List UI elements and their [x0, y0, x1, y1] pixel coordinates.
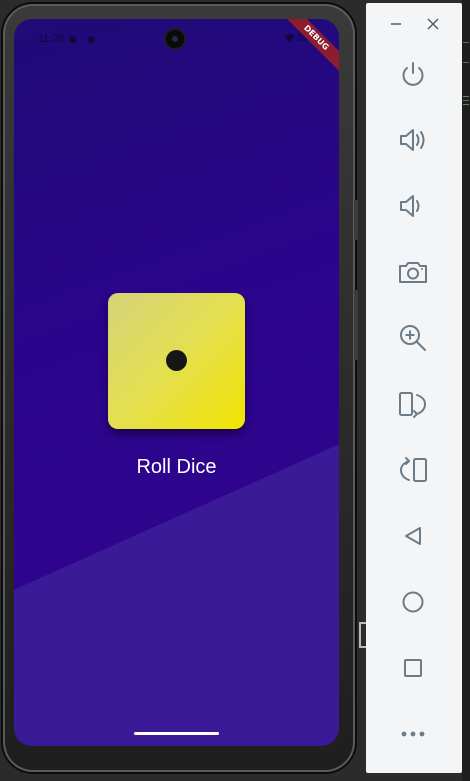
dice-button[interactable]	[108, 293, 245, 429]
volume-up-icon	[400, 129, 425, 151]
close-icon[interactable]	[425, 16, 441, 32]
rotate-right-button[interactable]	[396, 453, 430, 487]
gesture-home-indicator[interactable]	[134, 732, 219, 735]
screenshot-button[interactable]	[396, 255, 430, 289]
camera-icon	[399, 262, 427, 283]
device-screen: 11:26 59% DEBUG Roll Dice	[14, 19, 339, 746]
home-icon	[402, 591, 424, 613]
phone-side-button-lower	[354, 290, 358, 360]
strip-line	[463, 42, 469, 43]
dice-pip	[166, 350, 187, 371]
strip-line	[463, 100, 469, 101]
power-button[interactable]	[396, 57, 430, 91]
minimize-icon[interactable]	[388, 16, 404, 32]
power-icon	[402, 62, 424, 86]
home-button[interactable]	[396, 585, 430, 619]
overview-button[interactable]	[396, 651, 430, 685]
more-icon	[401, 731, 425, 737]
front-camera	[166, 30, 184, 48]
status-sync-icon	[88, 36, 95, 43]
strip-line	[463, 62, 469, 63]
volume-up-button[interactable]	[396, 123, 430, 157]
roll-dice-label: Roll Dice	[136, 456, 217, 478]
background-window-strip	[462, 0, 470, 781]
overview-icon	[404, 659, 422, 677]
edge-bracket	[359, 622, 366, 648]
wifi-icon	[284, 34, 295, 43]
more-button[interactable]	[396, 717, 430, 751]
status-bar: 11:26 59% DEBUG	[14, 19, 339, 75]
zoom-in-icon	[400, 325, 426, 351]
volume-down-icon	[400, 195, 420, 217]
zoom-button[interactable]	[396, 321, 430, 355]
strip-line	[463, 104, 469, 105]
back-button[interactable]	[396, 519, 430, 553]
back-icon	[405, 527, 421, 545]
rotate-left-icon	[399, 392, 427, 418]
rotate-left-button[interactable]	[396, 387, 430, 421]
volume-down-button[interactable]	[396, 189, 430, 223]
toolbar-window-controls	[366, 3, 462, 47]
strip-line	[463, 96, 469, 97]
phone-side-button-upper	[354, 200, 358, 240]
emulator-toolbar	[366, 3, 462, 773]
rotate-right-icon	[399, 457, 427, 482]
status-notification-icon	[69, 36, 76, 43]
debug-banner: DEBUG	[279, 19, 339, 75]
status-time: 11:26	[38, 33, 65, 45]
